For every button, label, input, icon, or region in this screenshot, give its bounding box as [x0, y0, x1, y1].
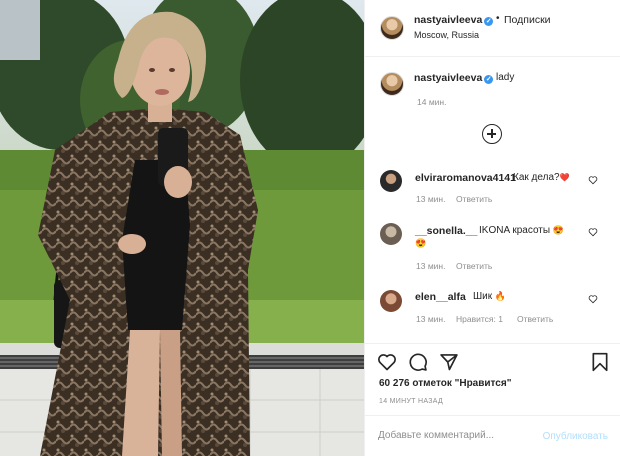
comment-text: Шик 🔥: [473, 291, 507, 302]
comment-like-icon[interactable]: [588, 227, 598, 237]
post-actions: [365, 343, 620, 373]
comment-avatar[interactable]: [380, 223, 402, 245]
comment-time[interactable]: 13 мин.: [416, 194, 445, 204]
location-link[interactable]: Moscow, Russia: [414, 30, 479, 40]
post-sidebar: nastyaivleeva ✓ • Подписки Moscow, Russia…: [364, 0, 620, 456]
reply-button[interactable]: Ответить: [456, 194, 492, 204]
comment-like-icon[interactable]: [588, 175, 598, 185]
post-image: [0, 0, 364, 456]
following-button[interactable]: Подписки: [504, 14, 551, 26]
comment-text: Как дела?❤️: [513, 172, 570, 183]
caption-text: lady: [496, 72, 515, 83]
comment-icon[interactable]: [408, 352, 428, 372]
post-header: nastyaivleeva ✓ • Подписки Moscow, Russia: [365, 0, 620, 57]
verified-icon: ✓: [484, 75, 494, 84]
comment-time[interactable]: 13 мин.: [416, 261, 445, 271]
add-comment-bar: Опубликовать: [365, 415, 620, 456]
caption-time[interactable]: 14 мин.: [417, 97, 446, 107]
comment-likes-count[interactable]: Нравится: 1: [456, 314, 503, 324]
share-icon[interactable]: [439, 352, 459, 372]
comment-like-icon[interactable]: [588, 294, 598, 304]
comment-username[interactable]: elen__alfa: [415, 291, 466, 303]
heart-icon[interactable]: [377, 352, 397, 372]
comment-avatar[interactable]: [380, 290, 402, 312]
reply-button[interactable]: Ответить: [517, 314, 553, 324]
author-username[interactable]: nastyaivleeva ✓: [414, 14, 494, 26]
comment-avatar[interactable]: [380, 170, 402, 192]
comment-input[interactable]: [378, 430, 528, 441]
comment-time[interactable]: 13 мин.: [416, 314, 445, 324]
plus-circle-icon[interactable]: [482, 124, 502, 144]
publish-button[interactable]: Опубликовать: [543, 431, 608, 442]
comment-emoji: 😍: [415, 238, 427, 248]
author-avatar[interactable]: [380, 16, 404, 40]
separator-dot: •: [496, 13, 500, 24]
comment-username[interactable]: __sonella.__: [415, 225, 477, 237]
caption-avatar[interactable]: [380, 72, 404, 96]
bookmark-icon[interactable]: [591, 352, 609, 372]
post-photo[interactable]: [0, 0, 364, 456]
comment-text: IKONA красоты 😍: [479, 225, 565, 236]
comment-username[interactable]: elviraromanova4141: [415, 172, 516, 184]
verified-icon: ✓: [484, 17, 494, 26]
caption-username[interactable]: nastyaivleeva ✓: [414, 72, 494, 84]
likes-count[interactable]: 60 276 отметок "Нравится": [379, 378, 511, 389]
reply-button[interactable]: Ответить: [456, 261, 492, 271]
post-time[interactable]: 14 МИНУТ НАЗАД: [379, 398, 443, 405]
